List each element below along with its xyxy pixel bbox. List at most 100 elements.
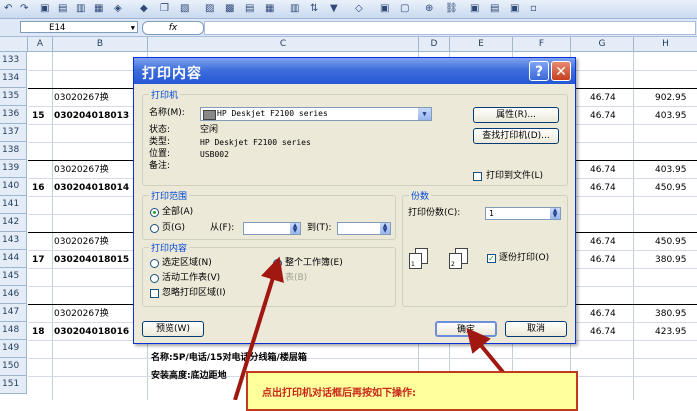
copy-icon[interactable]: ❐	[160, 2, 169, 15]
cell[interactable]: 03020267换	[54, 236, 109, 248]
cancel-button[interactable]: 取消	[505, 321, 567, 337]
cell[interactable]: 17	[32, 254, 45, 266]
row-header[interactable]: 145	[0, 268, 27, 286]
column-header-e[interactable]: E	[450, 37, 513, 51]
cell[interactable]: 380.95	[655, 308, 687, 320]
zoom-icon[interactable]: ⊕	[425, 2, 433, 15]
cell[interactable]: 46.74	[590, 326, 616, 338]
row-header[interactable]: 143	[0, 232, 27, 250]
cell[interactable]: 403.95	[655, 110, 687, 122]
cell[interactable]: 18	[32, 326, 45, 338]
table-icon[interactable]: ▨	[205, 2, 214, 15]
row-header[interactable]: 148	[0, 322, 27, 340]
row-header[interactable]: 144	[0, 250, 27, 268]
column-header-g[interactable]: G	[571, 37, 634, 51]
preview-icon[interactable]: ▦	[94, 2, 103, 15]
cell[interactable]: 46.74	[590, 110, 616, 122]
help-button[interactable]: ?	[529, 61, 549, 81]
cell[interactable]: 030204018016	[54, 326, 129, 338]
spinner-icon[interactable]: ▲ ▼	[550, 208, 560, 219]
column-header-d[interactable]: D	[419, 37, 450, 51]
cell[interactable]: 46.74	[590, 92, 616, 104]
cell[interactable]: 902.95	[655, 92, 687, 104]
row-header[interactable]: 146	[0, 286, 27, 304]
cell[interactable]: 46.74	[590, 182, 616, 194]
row-header[interactable]: 136	[0, 106, 27, 124]
close-button[interactable]: ✕	[551, 61, 571, 81]
dialog-titlebar[interactable]: 打印内容 ? ✕	[134, 58, 575, 84]
cell[interactable]: 46.74	[590, 254, 616, 266]
cell[interactable]: 46.74	[590, 308, 616, 320]
spinner-icon[interactable]: ▲ ▼	[380, 223, 390, 234]
print-icon[interactable]: ▥	[76, 2, 85, 15]
shape-icon[interactable]: ▢	[400, 2, 409, 15]
column-header-c[interactable]: C	[148, 37, 419, 51]
paint-icon[interactable]: ◆	[140, 2, 148, 15]
layout-icon[interactable]: ▦	[265, 2, 274, 15]
chart-icon[interactable]: ▥	[290, 2, 299, 15]
cell[interactable]: 03020267换	[54, 308, 109, 320]
row-header[interactable]: 147	[0, 304, 27, 322]
select-all-corner[interactable]	[0, 37, 28, 51]
page-range-radio[interactable]	[150, 224, 159, 233]
format-icon[interactable]: ◈	[114, 2, 122, 15]
row-header[interactable]: 140	[0, 178, 27, 196]
image-icon[interactable]: ▣	[380, 2, 389, 15]
open-icon[interactable]: ▤	[58, 2, 67, 15]
selection-radio[interactable]	[150, 259, 159, 268]
ok-button[interactable]: 确定	[435, 321, 497, 337]
customize-icon[interactable]: ▫	[530, 2, 537, 15]
row-header[interactable]: 142	[0, 214, 27, 232]
row-header[interactable]: 135	[0, 88, 27, 106]
link-icon[interactable]: ⛓	[445, 2, 458, 15]
cell[interactable]: 46.74	[590, 164, 616, 176]
ignore-print-area-checkbox[interactable]	[150, 289, 159, 298]
cell[interactable]: 030204018014	[54, 182, 129, 194]
cell[interactable]: 46.74	[590, 236, 616, 248]
cell[interactable]: 380.95	[655, 254, 687, 266]
cell[interactable]: 15	[32, 110, 45, 122]
save2-icon[interactable]: ▣	[510, 2, 519, 15]
cell[interactable]: 03020267换	[54, 164, 109, 176]
cell[interactable]: 03020267换	[54, 92, 109, 104]
printer2-icon[interactable]: ▤	[245, 2, 254, 15]
row-header[interactable]: 133	[0, 52, 27, 70]
highlight-icon[interactable]: ▣	[470, 2, 479, 15]
cell[interactable]: 名称:5P/电话/15对电话分线箱/楼层箱	[151, 352, 307, 364]
cell[interactable]: 030204018015	[54, 254, 129, 266]
entire-workbook-radio[interactable]	[273, 259, 282, 268]
spinner-icon[interactable]: ▲ ▼	[290, 223, 300, 234]
row-header[interactable]: 149	[0, 340, 27, 358]
cell[interactable]: 安装高度:底边距地	[151, 370, 227, 382]
cell[interactable]: 423.95	[655, 326, 687, 338]
to-page-input[interactable]: ▲ ▼	[337, 222, 391, 235]
cell[interactable]: 030204018013	[54, 110, 129, 122]
row-header[interactable]: 137	[0, 124, 27, 142]
undo-icon[interactable]: ↶	[4, 2, 12, 15]
column-header-b[interactable]: B	[53, 37, 148, 51]
find-printer-button[interactable]: 查找打印机(D)...	[473, 128, 559, 144]
all-pages-radio[interactable]	[150, 208, 159, 217]
row-header[interactable]: 139	[0, 160, 27, 178]
preview-button[interactable]: 预览(W)	[142, 321, 204, 337]
chevron-down-icon[interactable]: ▼	[418, 108, 431, 120]
active-sheet-radio[interactable]	[150, 274, 159, 283]
sort-icon[interactable]: ⇅	[310, 2, 318, 15]
print-to-file-checkbox[interactable]	[473, 172, 482, 181]
cell[interactable]: 403.95	[655, 164, 687, 176]
column-header-h[interactable]: H	[634, 37, 697, 51]
row-header[interactable]: 134	[0, 70, 27, 88]
column-header-a[interactable]: A	[28, 37, 53, 51]
cell[interactable]: 16	[32, 182, 45, 194]
fx-button[interactable]: fx	[142, 21, 204, 35]
grid-icon[interactable]: ▩	[225, 2, 234, 15]
collate-checkbox[interactable]: ✓	[487, 254, 496, 263]
window-icon[interactable]: ▤	[490, 2, 499, 15]
chevron-down-icon[interactable]: ▼	[131, 22, 135, 34]
formula-input[interactable]	[204, 21, 696, 35]
copies-input[interactable]: 1 ▲ ▼	[485, 207, 561, 220]
row-header[interactable]: 150	[0, 358, 27, 376]
row-header[interactable]: 151	[0, 376, 27, 394]
printer-select[interactable]: HP Deskjet F2100 series ▼	[200, 107, 432, 121]
row-header[interactable]: 138	[0, 142, 27, 160]
